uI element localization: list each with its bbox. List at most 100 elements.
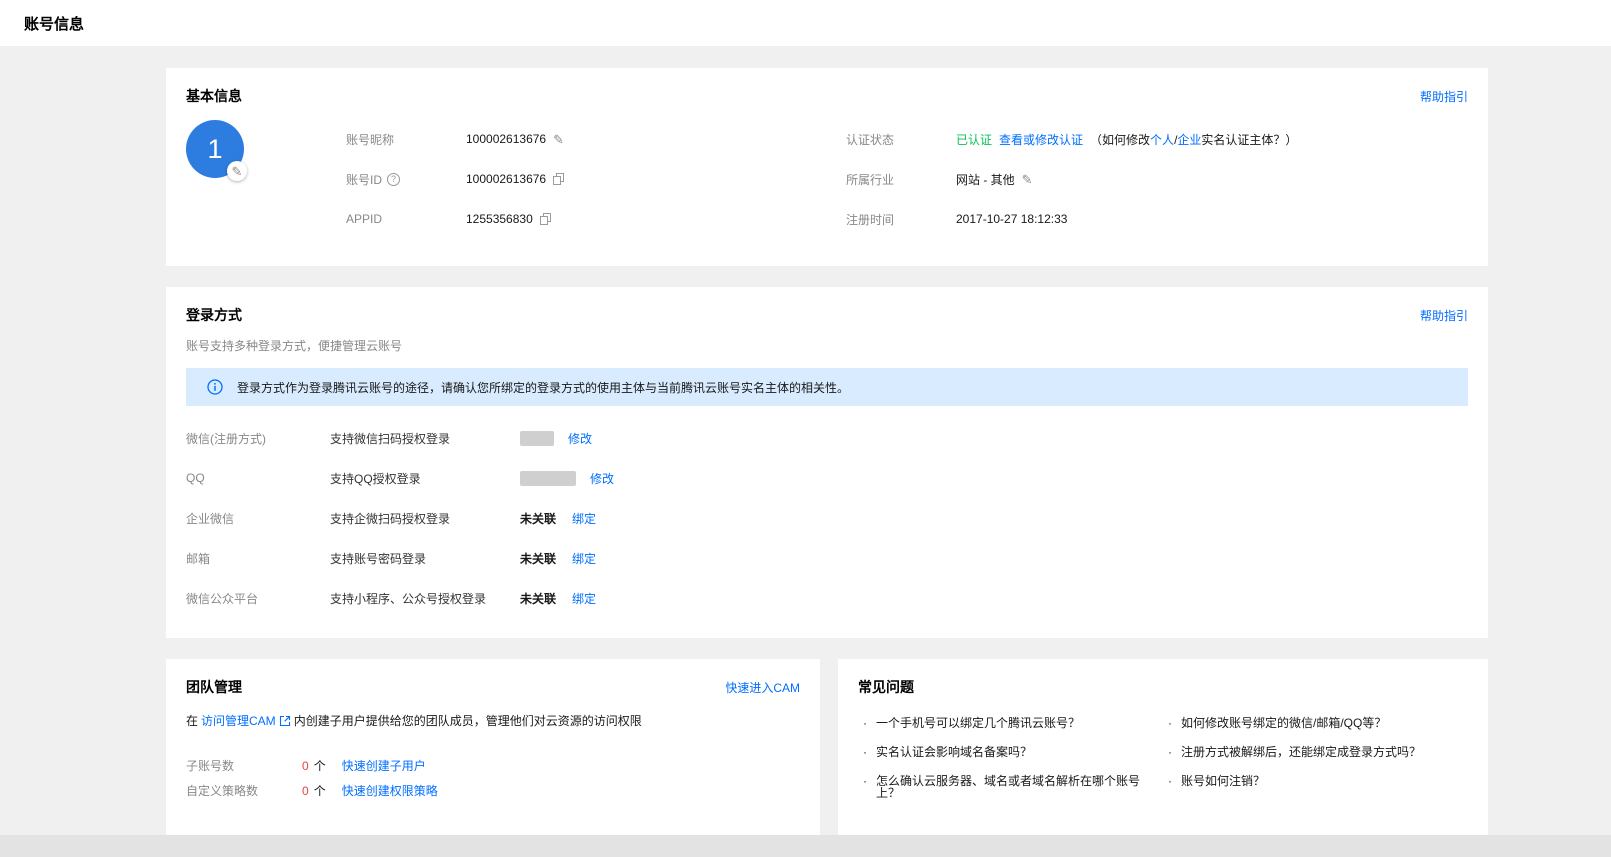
login-row-wechat-official: 微信公众平台 支持小程序、公众号授权登录 未关联 绑定 [186, 578, 1468, 618]
login-help-link[interactable]: 帮助指引 [1420, 307, 1468, 324]
faq-item[interactable]: · 账号如何注销？ [1163, 775, 1468, 787]
login-row-wecom: 企业微信 支持企微扫码授权登录 未关联 绑定 [186, 498, 1468, 538]
subaccount-count: 0 [302, 759, 309, 773]
team-desc-suffix: 内创建子用户提供给您的团队成员，管理他们对云资源的访问权限 [294, 712, 642, 729]
login-methods-subtitle: 账号支持多种登录方式，便捷管理云账号 [186, 337, 1468, 354]
bullet-icon: · [863, 717, 867, 729]
enterprise-auth-link[interactable]: 企业 [1177, 133, 1201, 147]
login-method-name: QQ [186, 471, 330, 485]
login-method-status: 未关联 [520, 550, 556, 567]
account-id-row: 账号ID ? 100002613676 [346, 166, 846, 192]
login-method-status: 未关联 [520, 590, 556, 607]
auth-status-badge: 已认证 [956, 131, 992, 148]
main-content: 基本信息 帮助指引 1 ✎ 账号昵称 100002613676 ✎ [166, 68, 1488, 836]
login-method-desc: 支持账号密码登录 [330, 550, 520, 567]
appid-value: 1255356830 [466, 212, 533, 226]
faq-item[interactable]: · 怎么确认云服务器、域名或者域名解析在哪个账号上？ [858, 775, 1163, 799]
page-header: 账号信息 [0, 0, 1611, 46]
faq-question[interactable]: 实名认证会影响域名备案吗？ [876, 746, 1032, 758]
subaccount-row: 子账号数 0 个 快速创建子用户 [186, 753, 800, 778]
login-method-desc: 支持微信扫码授权登录 [330, 430, 520, 447]
auth-note: （如何修改个人/企业实名认证主体？） [1090, 131, 1297, 148]
redacted-value [520, 431, 554, 446]
regtime-value: 2017-10-27 18:12:33 [956, 212, 1067, 226]
team-description: 在 访问管理CAM 内创建子用户提供给您的团队成员，管理他们对云资源的访问权限 [186, 712, 800, 729]
auth-status-row: 认证状态 已认证 查看或修改认证 （如何修改个人/企业实名认证主体？） [846, 126, 1468, 152]
bullet-icon: · [863, 775, 867, 799]
pencil-icon: ✎ [232, 165, 243, 178]
regtime-label: 注册时间 [846, 211, 956, 228]
login-method-name: 微信(注册方式) [186, 430, 330, 447]
basic-help-link[interactable]: 帮助指引 [1420, 88, 1468, 105]
auth-note-prefix: （如何修改 [1090, 133, 1150, 147]
regtime-row: 注册时间 2017-10-27 18:12:33 [846, 206, 1468, 232]
nickname-value: 100002613676 [466, 132, 546, 146]
team-management-card: 团队管理 快速进入CAM 在 访问管理CAM 内创建子用户提供给您的团队成员，管… [166, 659, 820, 836]
bind-wechat-official-link[interactable]: 绑定 [572, 590, 596, 607]
nickname-label: 账号昵称 [346, 131, 466, 148]
login-methods-title: 登录方式 [186, 305, 242, 325]
faq-question[interactable]: 账号如何注销？ [1181, 775, 1265, 787]
login-banner-text: 登录方式作为登录腾讯云账号的途径，请确认您所绑定的登录方式的使用主体与当前腾讯云… [237, 379, 849, 396]
nickname-row: 账号昵称 100002613676 ✎ [346, 126, 846, 152]
personal-auth-link[interactable]: 个人 [1150, 133, 1174, 147]
bottom-scrollbar-track[interactable] [0, 835, 1611, 857]
bullet-icon: · [1168, 775, 1172, 787]
page-title: 账号信息 [24, 13, 84, 34]
industry-value: 网站 - 其他 [956, 171, 1015, 188]
quick-enter-cam-link[interactable]: 快速进入CAM [725, 679, 800, 696]
login-method-desc: 支持小程序、公众号授权登录 [330, 590, 520, 607]
redacted-value [520, 471, 576, 486]
copy-appid-icon[interactable] [540, 213, 551, 225]
edit-industry-icon[interactable]: ✎ [1022, 173, 1033, 186]
login-row-qq: QQ 支持QQ授权登录 修改 [186, 458, 1468, 498]
faq-question[interactable]: 如何修改账号绑定的微信/邮箱/QQ等？ [1181, 717, 1386, 729]
faq-item[interactable]: ·实名认证会影响域名备案吗？ [858, 746, 1163, 758]
account-id-label: 账号ID [346, 171, 382, 188]
faq-question[interactable]: 怎么确认云服务器、域名或者域名解析在哪个账号上？ [876, 775, 1163, 799]
external-link-icon[interactable] [279, 715, 291, 727]
avatar-edit-icon[interactable]: ✎ [227, 161, 247, 181]
create-policy-link[interactable]: 快速创建权限策略 [342, 782, 438, 799]
subaccount-label: 子账号数 [186, 757, 302, 774]
avatar[interactable]: 1 ✎ [186, 120, 346, 246]
faq-item[interactable]: · 一个手机号可以绑定几个腾讯云账号？ [858, 717, 1163, 729]
subaccount-unit: 个 [314, 757, 326, 774]
appid-row: APPID 1255356830 [346, 206, 846, 232]
basic-info-title: 基本信息 [186, 86, 242, 106]
info-icon [207, 379, 223, 395]
login-info-banner: 登录方式作为登录腾讯云账号的途径，请确认您所绑定的登录方式的使用主体与当前腾讯云… [186, 368, 1468, 406]
modify-wechat-link[interactable]: 修改 [568, 430, 592, 447]
bind-email-link[interactable]: 绑定 [572, 550, 596, 567]
policy-label: 自定义策略数 [186, 782, 302, 799]
create-subuser-link[interactable]: 快速创建子用户 [342, 757, 426, 774]
auth-note-suffix: 实名认证主体？） [1201, 133, 1297, 147]
login-row-email: 邮箱 支持账号密码登录 未关联 绑定 [186, 538, 1468, 578]
login-method-name: 微信公众平台 [186, 590, 330, 607]
modify-qq-link[interactable]: 修改 [590, 470, 614, 487]
cam-link[interactable]: 访问管理CAM [201, 712, 276, 729]
view-modify-auth-link[interactable]: 查看或修改认证 [999, 131, 1083, 148]
copy-account-id-icon[interactable] [553, 173, 564, 185]
faq-item[interactable]: · 注册方式被解绑后，还能绑定成登录方式吗？ [1163, 746, 1468, 758]
faq-item[interactable]: · 如何修改账号绑定的微信/邮箱/QQ等？ [1163, 717, 1468, 729]
team-management-title: 团队管理 [186, 677, 242, 697]
bullet-icon: · [1168, 717, 1172, 729]
login-method-name: 邮箱 [186, 550, 330, 567]
policy-count: 0 [302, 784, 309, 798]
login-method-name: 企业微信 [186, 510, 330, 527]
bind-wecom-link[interactable]: 绑定 [572, 510, 596, 527]
login-method-status: 未关联 [520, 510, 556, 527]
faq-question[interactable]: 一个手机号可以绑定几个腾讯云账号？ [876, 717, 1080, 729]
policy-unit: 个 [314, 782, 326, 799]
edit-nickname-icon[interactable]: ✎ [553, 133, 564, 146]
login-row-wechat: 微信(注册方式) 支持微信扫码授权登录 修改 [186, 418, 1468, 458]
login-method-desc: 支持QQ授权登录 [330, 470, 520, 487]
faq-question[interactable]: 注册方式被解绑后，还能绑定成登录方式吗？ [1181, 746, 1421, 758]
account-id-value: 100002613676 [466, 172, 546, 186]
industry-row: 所属行业 网站 - 其他 ✎ [846, 166, 1468, 192]
bullet-icon: · [1168, 746, 1172, 758]
faq-card: 常见问题 ·一个手机号可以绑定几个腾讯云账号？ ·实名认证会影响域名备案吗？ ·… [838, 659, 1488, 836]
help-circle-icon[interactable]: ? [387, 173, 400, 186]
policy-row: 自定义策略数 0 个 快速创建权限策略 [186, 778, 800, 803]
